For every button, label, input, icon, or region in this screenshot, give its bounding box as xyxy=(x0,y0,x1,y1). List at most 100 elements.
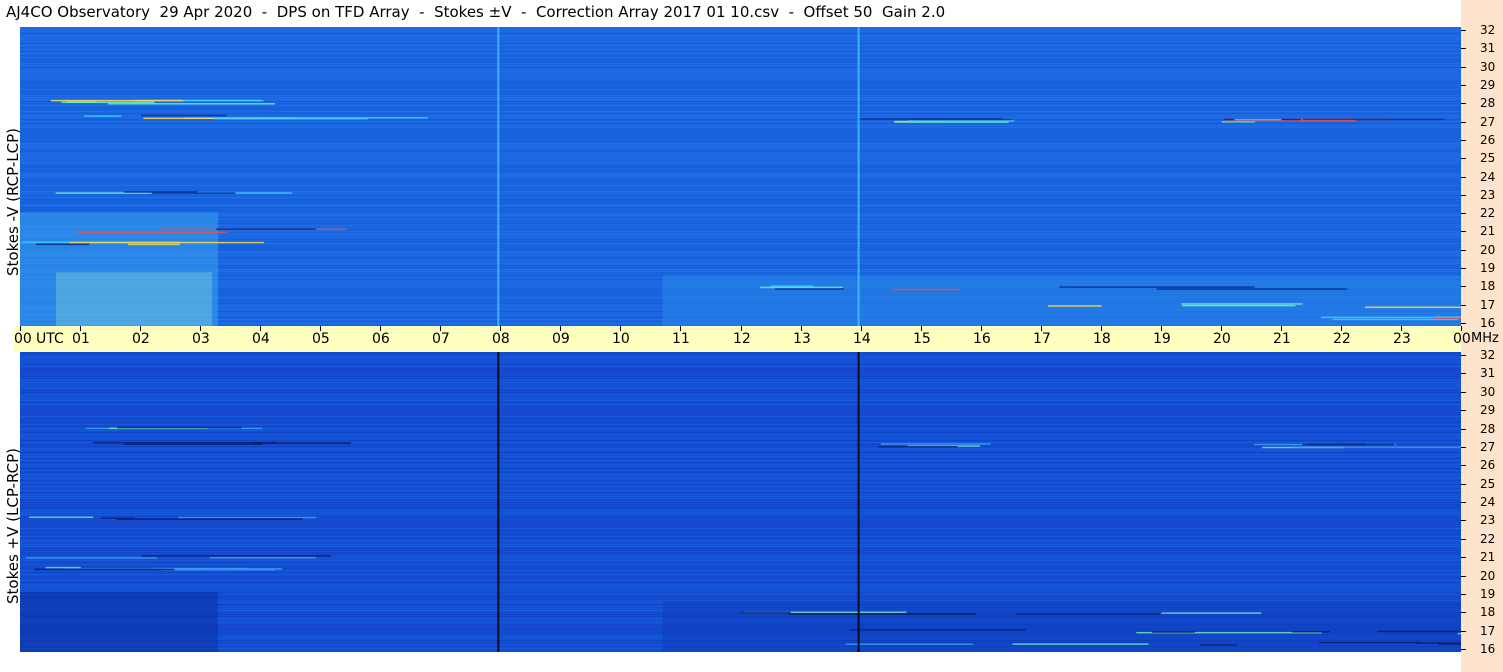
freq-band-texture xyxy=(20,366,1461,367)
freq-tick-label: 32 xyxy=(1480,23,1496,37)
freq-band-texture xyxy=(20,484,1461,485)
freq-band-texture xyxy=(20,376,1461,377)
freq-band-texture xyxy=(20,562,1461,563)
freq-band-texture xyxy=(20,143,1461,144)
freq-band-texture xyxy=(20,550,1461,551)
rfi-streak xyxy=(1433,317,1461,319)
freq-tick xyxy=(1461,177,1466,178)
rfi-streak xyxy=(1161,612,1262,614)
rfi-streak xyxy=(1182,304,1296,307)
freq-band-texture xyxy=(20,55,1461,56)
chart-title: AJ4CO Observatory 29 Apr 2020 - DPS on T… xyxy=(6,3,946,21)
freq-band-texture xyxy=(20,358,1461,359)
freq-band-texture xyxy=(20,440,1461,441)
freq-band-texture xyxy=(20,472,1461,473)
rfi-streak xyxy=(742,611,791,614)
freq-band-texture xyxy=(20,598,1461,599)
freq-band-texture xyxy=(20,271,1461,272)
freq-tick-label: 30 xyxy=(1480,385,1496,399)
freq-band-texture xyxy=(20,129,1461,130)
freq-tick xyxy=(1461,158,1466,159)
freq-tick-label: 32 xyxy=(1480,348,1496,362)
time-tick-label: 17 xyxy=(1033,331,1051,347)
freq-tick xyxy=(1461,502,1466,503)
freq-tick xyxy=(1461,539,1466,540)
freq-band-texture xyxy=(20,127,1461,128)
freq-band-texture xyxy=(20,51,1461,52)
freq-band-texture xyxy=(20,352,1461,353)
freq-band-texture xyxy=(20,438,1461,439)
freq-band-texture xyxy=(20,560,1461,561)
rfi-streak xyxy=(35,243,90,246)
time-tick-label: 18 xyxy=(1093,331,1111,347)
rfi-streak xyxy=(1016,613,1160,615)
freq-band-texture xyxy=(20,77,1461,78)
freq-band-texture xyxy=(20,115,1461,116)
freq-band-texture xyxy=(20,107,1461,108)
vertical-interference-line xyxy=(857,27,860,326)
freq-band-texture xyxy=(20,490,1461,491)
freq-band-texture xyxy=(20,572,1461,573)
freq-band-texture xyxy=(20,245,1461,246)
rfi-streak xyxy=(116,518,303,520)
freq-band-texture xyxy=(20,578,1461,579)
rfi-streak xyxy=(116,426,242,429)
rfi-streak xyxy=(845,643,973,645)
freq-band-texture xyxy=(20,47,1461,48)
freq-tick xyxy=(1461,231,1466,232)
spectrogram-lcp xyxy=(20,352,1461,652)
freq-band-texture xyxy=(20,540,1461,541)
freq-band-texture xyxy=(20,135,1461,136)
freq-tick-label: 19 xyxy=(1480,587,1496,601)
time-tick-label: 09 xyxy=(552,331,570,347)
rfi-streak xyxy=(1291,631,1330,633)
freq-tick-label: 25 xyxy=(1480,477,1496,491)
rfi-streak xyxy=(771,285,814,287)
freq-band-texture xyxy=(20,592,1461,593)
freq-band-texture xyxy=(20,69,1461,70)
freq-band-texture xyxy=(20,420,1461,421)
freq-band-texture xyxy=(20,37,1461,38)
freq-band-texture xyxy=(20,414,1461,415)
freq-band-texture xyxy=(20,145,1461,146)
freq-tick xyxy=(1461,85,1466,86)
freq-band-texture xyxy=(20,502,1461,503)
time-tick-label: 05 xyxy=(312,331,330,347)
rfi-streak xyxy=(1377,630,1461,633)
freq-band-texture xyxy=(20,356,1461,357)
rfi-streak xyxy=(1234,118,1282,121)
freq-band-texture xyxy=(20,203,1461,204)
freq-tick-label: 18 xyxy=(1480,605,1496,619)
freq-tick xyxy=(1461,250,1466,251)
time-tick-label: 11 xyxy=(672,331,690,347)
freq-band-texture xyxy=(20,153,1461,154)
freq-band-texture xyxy=(20,546,1461,547)
freq-band-texture xyxy=(20,364,1461,365)
freq-band-texture xyxy=(20,141,1461,142)
noise-patch xyxy=(20,592,219,652)
freq-band-texture xyxy=(20,504,1461,505)
rfi-streak xyxy=(253,442,352,444)
freq-tick-label: 29 xyxy=(1480,78,1496,92)
rfi-streak xyxy=(178,516,317,519)
freq-tick xyxy=(1461,195,1466,196)
rfi-streak xyxy=(759,286,843,289)
freq-band-texture xyxy=(20,410,1461,411)
freq-band-texture xyxy=(20,590,1461,591)
time-tick-label: 16 xyxy=(973,331,991,347)
freq-band-texture xyxy=(20,131,1461,132)
freq-band-texture xyxy=(20,512,1461,513)
freq-band-texture xyxy=(20,396,1461,397)
freq-band-texture xyxy=(20,173,1461,174)
freq-band-texture xyxy=(20,235,1461,236)
freq-tick xyxy=(1461,429,1466,430)
freq-band-texture xyxy=(20,251,1461,252)
rfi-streak xyxy=(215,228,316,230)
freq-band-texture xyxy=(20,239,1461,240)
freq-band-texture xyxy=(20,211,1461,212)
freq-band-texture xyxy=(20,382,1461,383)
spectrogram-lcp-canvas xyxy=(20,352,1461,652)
freq-tick xyxy=(1461,140,1466,141)
rfi-streak xyxy=(92,441,277,444)
freq-tick-label: 26 xyxy=(1480,133,1496,147)
